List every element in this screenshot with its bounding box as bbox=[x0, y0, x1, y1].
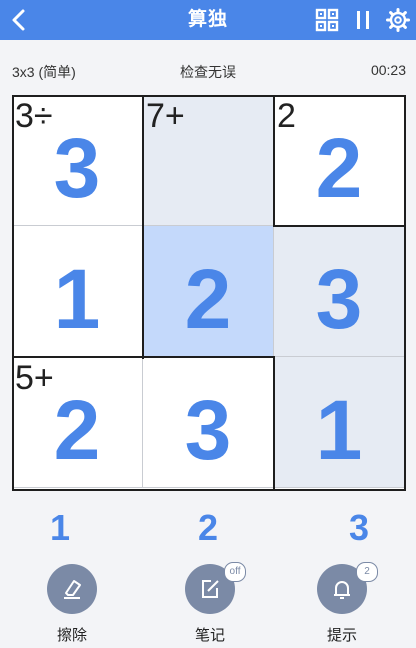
number-key-2[interactable]: 2 bbox=[178, 503, 238, 553]
cage-border bbox=[12, 95, 406, 97]
erase-circle bbox=[47, 564, 97, 614]
cell-r2c3[interactable]: 3 bbox=[274, 226, 405, 357]
cell-r3c1[interactable]: 2 5+ bbox=[12, 357, 143, 488]
puzzle-board: 3 3÷ 7+ 2 2 1 2 3 2 5+ 3 1 bbox=[12, 95, 406, 491]
cell-value: 2 bbox=[184, 252, 232, 346]
pause-icon bbox=[357, 11, 369, 29]
cage-clue: 3÷ bbox=[15, 97, 53, 135]
cage-border bbox=[404, 95, 406, 491]
cage-border bbox=[273, 357, 275, 491]
erase-label: 擦除 bbox=[56, 627, 87, 644]
cell-r2c1[interactable]: 1 bbox=[12, 226, 143, 357]
cage-border bbox=[273, 95, 275, 227]
notes-label: 笔记 bbox=[194, 627, 225, 644]
status-bar: 3x3 (简单) 检查无误 00:23 bbox=[0, 58, 416, 82]
cell-r3c2[interactable]: 3 bbox=[143, 357, 274, 488]
cell-value: 3 bbox=[184, 383, 232, 477]
cell-r3c3[interactable]: 1 bbox=[274, 357, 405, 488]
number-key-3[interactable]: 3 bbox=[329, 503, 389, 553]
cell-value: 3 bbox=[315, 252, 363, 346]
top-bar: 算独 bbox=[0, 0, 416, 40]
pause-button[interactable] bbox=[350, 7, 376, 33]
cage-clue: 2 bbox=[277, 97, 296, 135]
cage-clue: 7+ bbox=[146, 97, 185, 135]
check-result: 检查无误 bbox=[180, 64, 236, 80]
settings-button[interactable] bbox=[385, 7, 411, 33]
cell-r2c2[interactable]: 2 bbox=[143, 226, 274, 357]
notes-status-badge: off bbox=[224, 562, 246, 582]
cage-border bbox=[12, 95, 14, 491]
grid-icon bbox=[315, 8, 339, 32]
cage-clue: 5+ bbox=[15, 359, 54, 397]
tool-bar: 擦除 off 笔记 2 提示 bbox=[0, 560, 416, 648]
erase-button[interactable]: 擦除 bbox=[32, 560, 112, 648]
cage-border bbox=[274, 225, 406, 227]
number-pad: 1 2 3 bbox=[0, 503, 416, 553]
cell-r1c3[interactable]: 2 2 bbox=[274, 95, 405, 226]
cage-border bbox=[142, 95, 144, 359]
cell-r1c2[interactable]: 7+ bbox=[143, 95, 274, 226]
cage-border bbox=[12, 489, 406, 491]
timer: 00:23 bbox=[370, 62, 406, 78]
hint-button[interactable]: 2 提示 bbox=[302, 560, 382, 648]
bulb-icon bbox=[334, 581, 350, 599]
eraser-icon bbox=[64, 580, 81, 599]
cell-r1c1[interactable]: 3 3÷ bbox=[12, 95, 143, 226]
number-key-1[interactable]: 1 bbox=[30, 503, 90, 553]
cell-value: 1 bbox=[315, 383, 363, 477]
hint-count-badge: 2 bbox=[356, 562, 378, 582]
layout-button[interactable] bbox=[314, 7, 340, 33]
cell-value: 1 bbox=[53, 252, 101, 346]
gear-icon bbox=[386, 8, 410, 32]
cage-border bbox=[12, 356, 275, 358]
hint-label: 提示 bbox=[326, 627, 357, 644]
edit-note-icon bbox=[202, 580, 219, 598]
notes-button[interactable]: off 笔记 bbox=[170, 560, 250, 648]
